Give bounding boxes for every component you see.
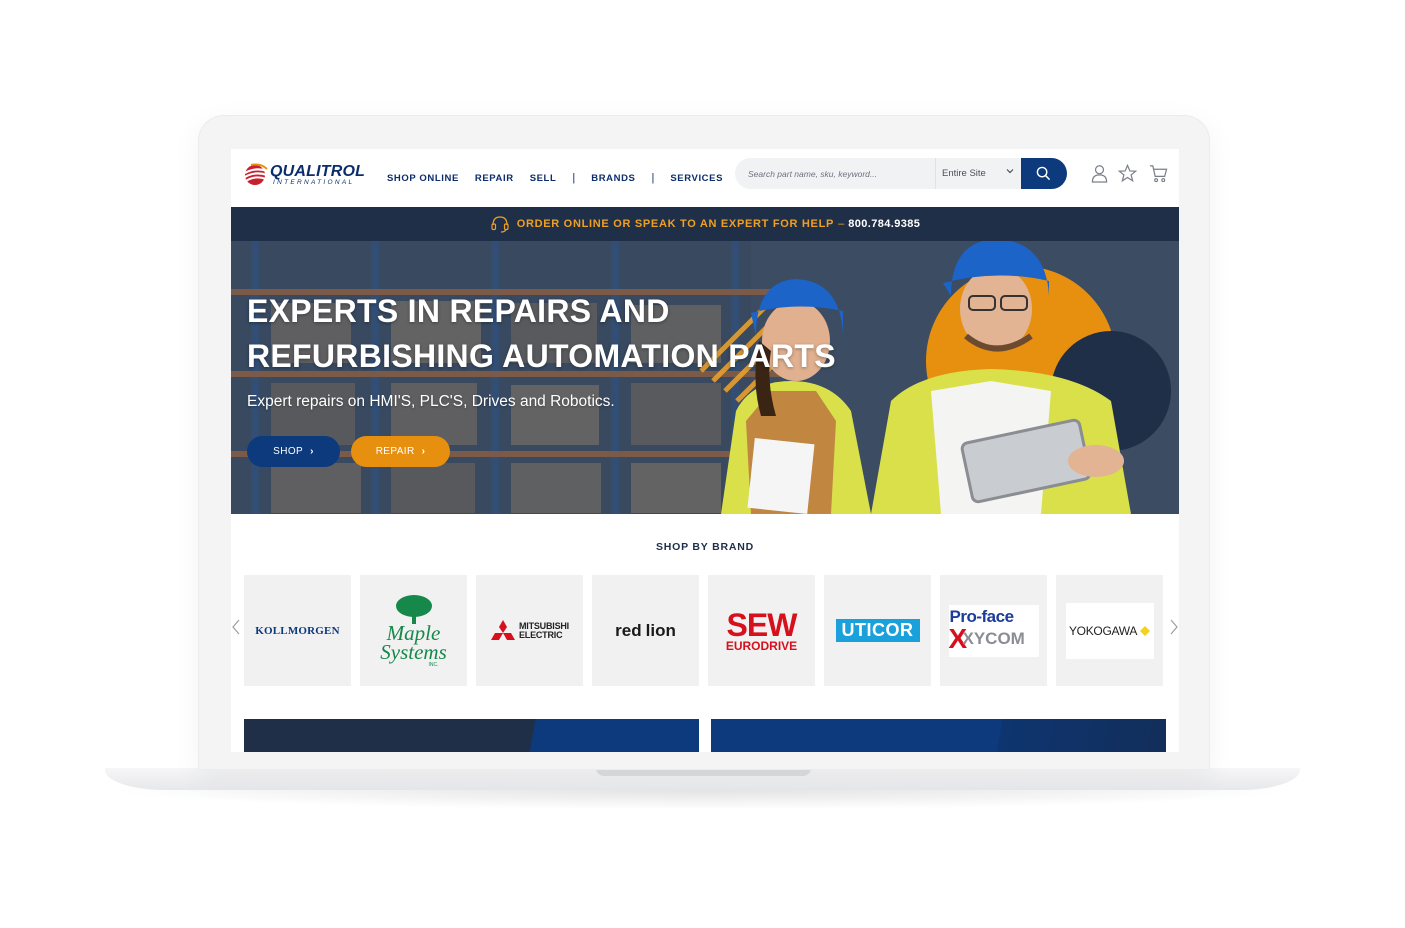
qualitrol-globe-icon xyxy=(244,163,268,185)
yokogawa-logo: YOKOGAWA xyxy=(1068,623,1138,638)
cart-icon xyxy=(1149,165,1168,183)
maple-tree-icon xyxy=(395,594,432,624)
search-button[interactable] xyxy=(1021,158,1067,189)
user-icon xyxy=(1091,165,1108,183)
maple-logo-tag: INC. xyxy=(428,661,439,668)
announcement-bar: ORDER ONLINE OR SPEAK TO AN EXPERT FOR H… xyxy=(231,207,1179,241)
hero-title-line-2: REFURBISHING AUTOMATION PARTS xyxy=(247,338,836,374)
hero-title: EXPERTS IN REPAIRS AND REFURBISHING AUTO… xyxy=(247,289,947,379)
nav-separator: | xyxy=(572,172,576,184)
chevron-right-icon: › xyxy=(421,446,426,457)
nav-sell[interactable]: SELL xyxy=(530,173,557,184)
search-input[interactable] xyxy=(735,158,935,189)
search-bar: Entire Site xyxy=(735,158,1067,189)
maple-logo-line-1: Maple xyxy=(386,620,441,645)
announcement-message: ORDER ONLINE OR SPEAK TO AN EXPERT FOR H… xyxy=(516,218,835,230)
account-button[interactable] xyxy=(1091,164,1108,188)
cart-button[interactable] xyxy=(1149,164,1168,188)
hero-banner: EXPERTS IN REPAIRS AND REFURBISHING AUTO… xyxy=(231,241,1179,514)
search-scope-label: Entire Site xyxy=(942,168,986,179)
chevron-right-icon[interactable] xyxy=(1169,619,1179,635)
shop-by-brand-heading: SHOP BY BRAND xyxy=(655,541,755,553)
mitsubishi-diamonds-icon xyxy=(490,619,515,640)
uticor-logo: UTICOR xyxy=(835,619,920,642)
brand-tile-yokogawa[interactable]: YOKOGAWA xyxy=(1056,575,1163,686)
nav-separator: | xyxy=(651,172,655,184)
chevron-left-icon[interactable] xyxy=(231,619,241,635)
hero-repair-button[interactable]: REPAIR › xyxy=(351,436,450,467)
hero-shop-label: SHOP xyxy=(273,446,304,457)
hero-title-line-1: EXPERTS IN REPAIRS AND xyxy=(247,293,670,329)
hero-subtitle: Expert repairs on HMI'S, PLC'S, Drives a… xyxy=(247,393,615,410)
header-icons xyxy=(1091,163,1171,188)
hero-shop-button[interactable]: SHOP › xyxy=(247,436,340,467)
brand-tile-kollmorgen[interactable]: KOLLMORGEN xyxy=(244,575,351,686)
chevron-right-icon: › xyxy=(310,446,314,457)
announcement-dash: – xyxy=(838,218,845,230)
proface-logo-line-2: XYCOM xyxy=(962,628,1025,648)
kollmorgen-logo: KOLLMORGEN xyxy=(255,624,340,637)
brand-tile-maple-systems[interactable]: Maple Systems INC. xyxy=(360,575,467,686)
brand-tile-uticor[interactable]: UTICOR xyxy=(824,575,931,686)
hero-repair-label: REPAIR xyxy=(375,446,415,457)
sew-logo-line-2: EURODRIVE xyxy=(725,638,798,653)
qualitrol-logo[interactable]: QUALITROL INTERNATIONAL xyxy=(243,161,365,189)
headset-icon xyxy=(491,216,509,233)
website-screen: QUALITROL INTERNATIONAL SHOP ONLINE REPA… xyxy=(231,149,1179,752)
search-icon xyxy=(1036,166,1051,181)
nav-repair[interactable]: REPAIR xyxy=(475,173,514,184)
promo-card-1[interactable] xyxy=(244,719,699,752)
nav-shop-online[interactable]: SHOP ONLINE xyxy=(387,173,459,184)
nav-services[interactable]: SERVICES xyxy=(670,173,723,184)
star-icon xyxy=(1117,163,1138,183)
brand-tile-proface-xycom[interactable]: Pro-face X XYCOM xyxy=(940,575,1047,686)
main-nav: SHOP ONLINE REPAIR SELL | BRANDS | SERVI… xyxy=(387,171,723,185)
brand-tile-red-lion[interactable]: red lion xyxy=(592,575,699,686)
red-lion-logo-word-1: red xyxy=(615,620,642,640)
search-scope-select[interactable]: Entire Site xyxy=(935,158,1021,189)
site-header: QUALITROL INTERNATIONAL SHOP ONLINE REPA… xyxy=(231,149,1179,207)
red-lion-logo-word-2: lion xyxy=(645,620,676,640)
brand-tile-sew-eurodrive[interactable]: SEW EURODRIVE xyxy=(708,575,815,686)
mitsubishi-logo-line-2: ELECTRIC xyxy=(518,629,563,640)
nav-brands[interactable]: BRANDS xyxy=(591,173,635,184)
promo-card-2[interactable] xyxy=(711,719,1166,752)
chevron-down-icon xyxy=(1006,169,1014,174)
maple-logo-line-2: Systems xyxy=(380,639,447,664)
yokogawa-diamond-icon xyxy=(1140,625,1151,636)
support-phone-link[interactable]: 800.784.9385 xyxy=(848,218,920,230)
sew-logo-line-1: SEW xyxy=(726,606,798,643)
wishlist-button[interactable] xyxy=(1117,163,1138,188)
logo-subtitle: INTERNATIONAL xyxy=(273,179,355,186)
brand-tile-mitsubishi[interactable]: MITSUBISHI ELECTRIC xyxy=(476,575,583,686)
